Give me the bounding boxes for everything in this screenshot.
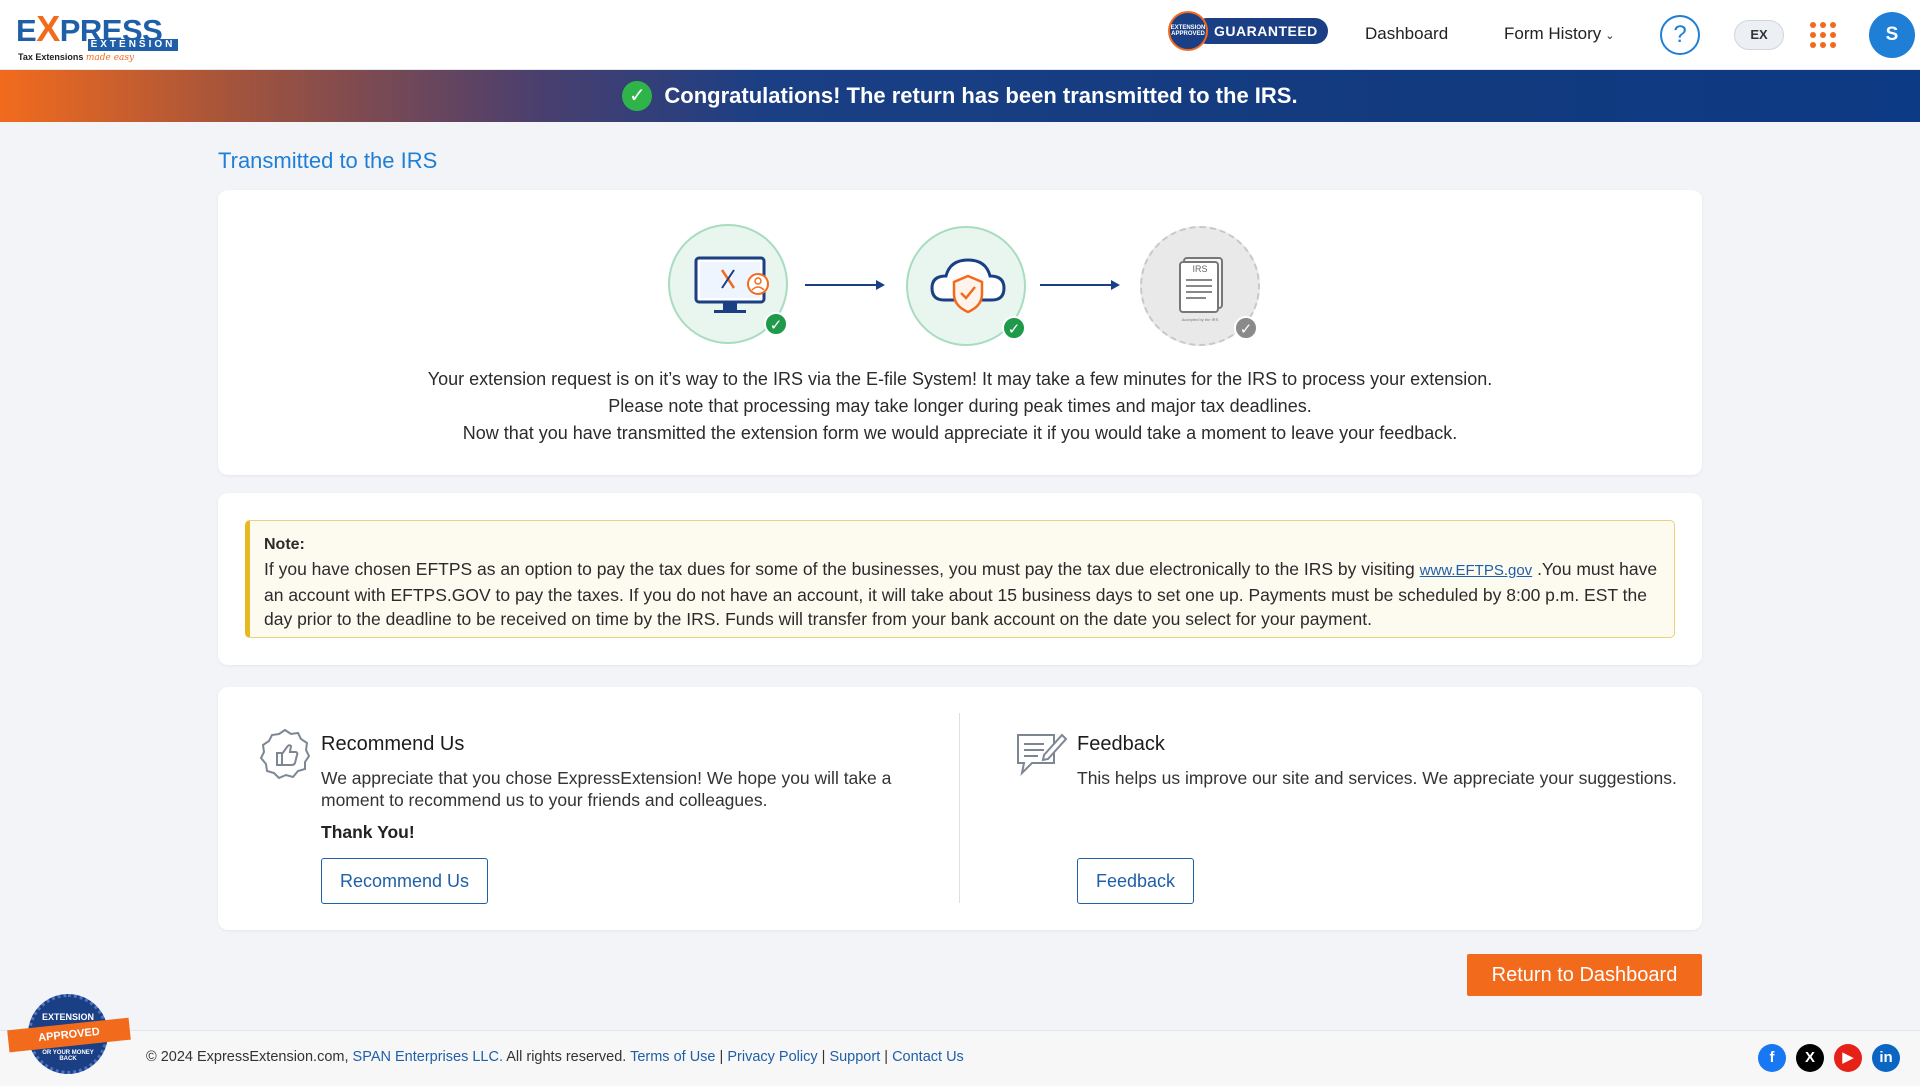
terms-of-use-link[interactable]: Terms of Use <box>630 1049 715 1065</box>
check-circle-icon: ✓ <box>622 81 653 111</box>
step-submitted: ✓ <box>668 224 788 344</box>
contact-us-link[interactable]: Contact Us <box>892 1049 964 1065</box>
arrow-right-icon <box>1040 280 1120 290</box>
separator: | <box>719 1049 724 1065</box>
message-line: Now that you have transmitted the extens… <box>462 423 1458 443</box>
badge-line1: EXTENSION <box>41 1012 94 1022</box>
page-title: Transmitted to the IRS <box>218 148 438 173</box>
nav-dashboard-link[interactable]: Dashboard <box>1365 24 1448 44</box>
return-to-dashboard-button[interactable]: Return to Dashboard <box>1467 954 1702 996</box>
feedback-title: Feedback <box>1077 733 1165 755</box>
recommend-title: Recommend Us <box>321 733 465 755</box>
apps-grid-icon[interactable] <box>1810 22 1836 48</box>
check-icon: ✓ <box>1002 316 1026 340</box>
user-avatar[interactable]: S <box>1869 12 1915 58</box>
separator: | <box>884 1049 889 1065</box>
support-link[interactable]: Support <box>829 1049 880 1065</box>
step-accepted-by-irs: IRS Accepted by the IRS ✓ <box>1140 226 1260 346</box>
message-line: Please note that processing may take lon… <box>608 396 1312 416</box>
eftps-note-card: Note: If you have chosen EFTPS as an opt… <box>218 493 1702 665</box>
ex-cloud-icon[interactable]: EX <box>1734 20 1784 50</box>
check-icon: ✓ <box>764 312 788 336</box>
feedback-chat-icon <box>1017 733 1068 777</box>
feedback-text: This helps us improve our site and servi… <box>1077 768 1677 788</box>
express-extension-logo[interactable]: EXPRESS EXTENSION Tax Extensions made ea… <box>16 6 178 64</box>
separator: | <box>821 1049 826 1065</box>
badge-line2: OR YOUR MONEY BACK <box>42 1050 94 1062</box>
note-text: If you have chosen EFTPS as an option to… <box>264 559 1658 629</box>
banner-message: Congratulations! The return has been tra… <box>664 83 1298 108</box>
transmission-status-card: ✓ ✓ IRS Accepted by the IRS ✓ Your exten… <box>218 190 1702 475</box>
message-line: Your extension request is on it’s way to… <box>427 369 1493 389</box>
eftps-link[interactable]: www.EFTPS.gov <box>1420 562 1533 579</box>
section-divider <box>959 713 960 903</box>
thumbs-up-icon <box>259 728 311 780</box>
copyright-text: © 2024 ExpressExtension.com, <box>146 1049 349 1065</box>
thank-you-text: Thank You! <box>321 822 415 842</box>
note-title: Note: <box>264 536 305 553</box>
span-enterprises-link[interactable]: SPAN Enterprises LLC. <box>353 1049 503 1065</box>
step-secured: ✓ <box>906 226 1026 346</box>
linkedin-icon[interactable]: in <box>1872 1044 1900 1072</box>
x-twitter-icon[interactable]: X <box>1796 1044 1824 1072</box>
guaranteed-label: GUARANTEED <box>1194 18 1328 44</box>
rights-text: All rights reserved. <box>506 1049 627 1065</box>
help-icon[interactable]: ? <box>1660 15 1700 55</box>
youtube-icon[interactable]: ▶ <box>1834 1044 1862 1072</box>
recommend-us-button[interactable]: Recommend Us <box>321 858 489 904</box>
chevron-down-icon: ⌄ <box>1605 30 1615 42</box>
extension-approved-badge: EXTENSION APPROVED OR YOUR MONEY BACK <box>7 994 131 1078</box>
success-banner: ✓ Congratulations! The return has been t… <box>0 70 1920 122</box>
note-box: Note: If you have chosen EFTPS as an opt… <box>245 520 1675 638</box>
privacy-policy-link[interactable]: Privacy Policy <box>727 1049 817 1065</box>
guarantee-seal-icon: EXTENSION APPROVED <box>1168 11 1208 51</box>
recommend-text: We appreciate that you chose ExpressExte… <box>321 768 892 810</box>
top-header: EXPRESS EXTENSION Tax Extensions made ea… <box>0 0 1920 70</box>
nav-form-history-label: Form History <box>1504 24 1602 43</box>
feedback-button[interactable]: Feedback <box>1077 858 1195 904</box>
guaranteed-badge[interactable]: EXTENSION APPROVED GUARANTEED <box>1168 11 1328 51</box>
arrow-right-icon <box>805 280 885 290</box>
facebook-icon[interactable]: f <box>1758 1044 1786 1072</box>
recommend-feedback-card: Recommend Us We appreciate that you chos… <box>218 687 1702 930</box>
transmission-message: Your extension request is on it’s way to… <box>218 366 1702 447</box>
check-icon: ✓ <box>1234 316 1258 340</box>
logo-subtitle: EXTENSION <box>88 39 178 51</box>
logo-tagline: Tax Extensions made easy <box>18 52 135 63</box>
footer-copyright: © 2024 ExpressExtension.com, SPAN Enterp… <box>146 1049 964 1065</box>
nav-form-history-dropdown[interactable]: Form History ⌄ <box>1504 24 1615 44</box>
irs-label: IRS <box>1192 264 1208 274</box>
